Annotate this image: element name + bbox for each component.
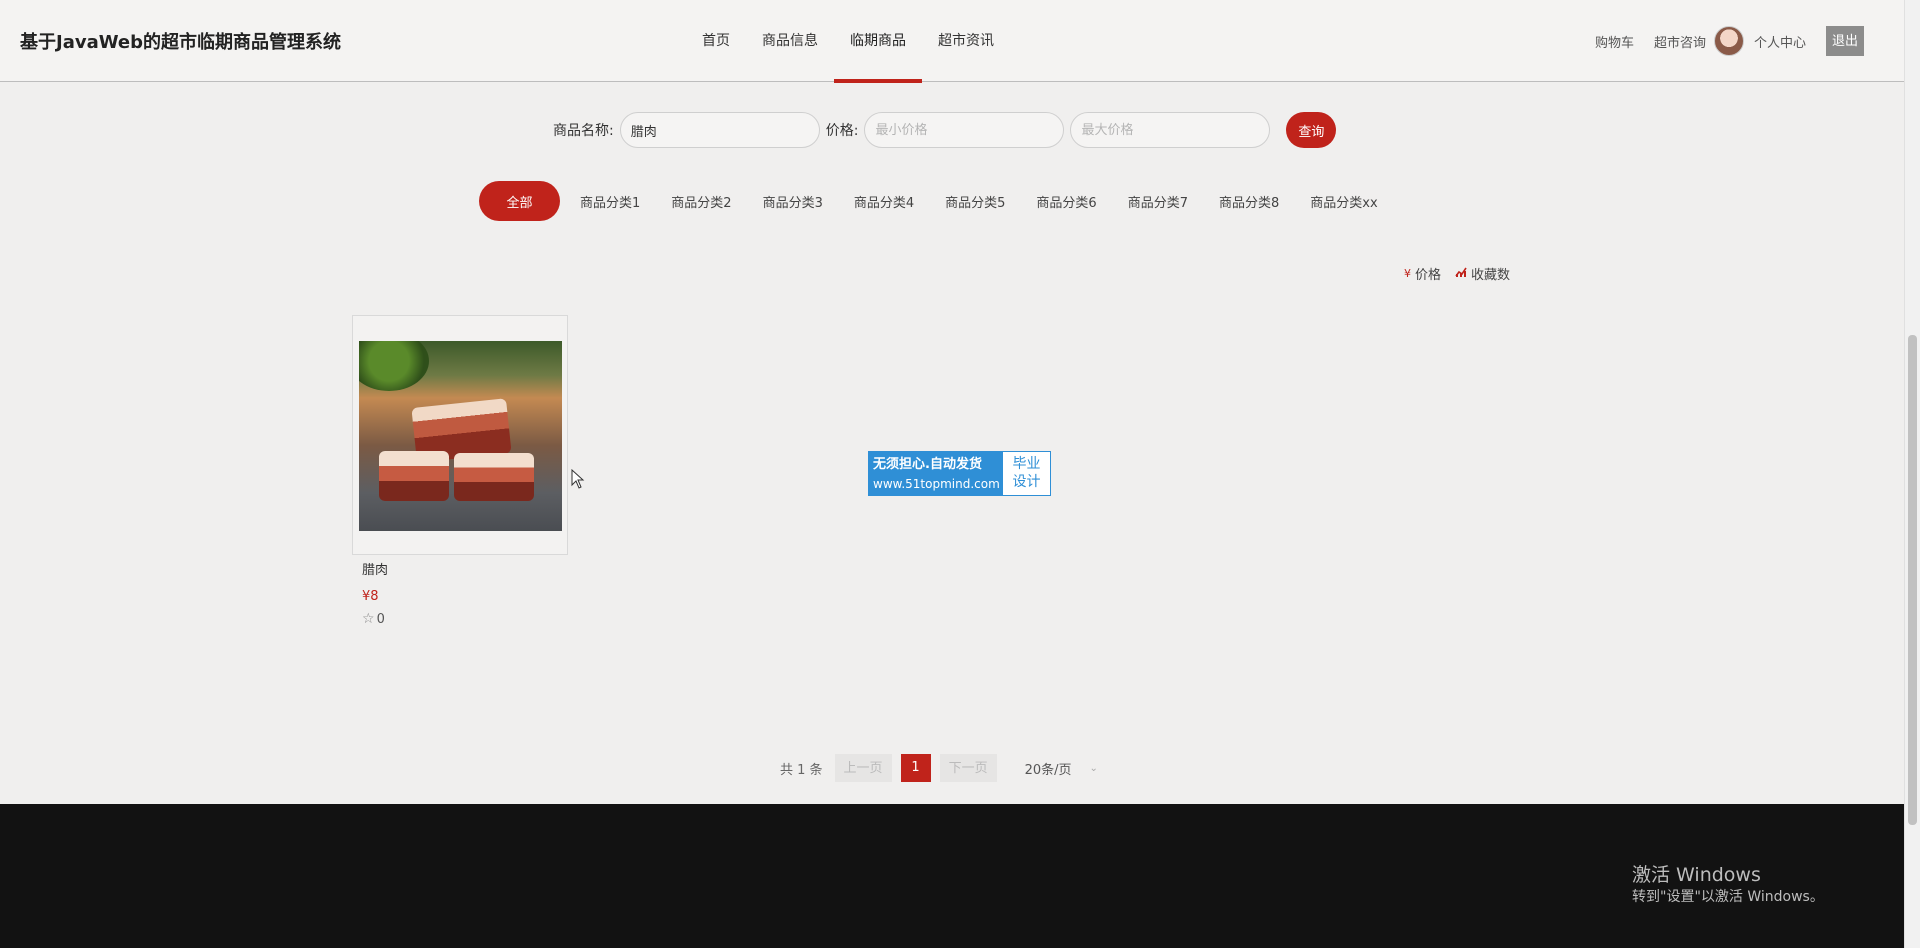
product-price: ¥8 <box>362 589 379 604</box>
consult-link[interactable]: 超市咨询 <box>1654 32 1706 51</box>
category-item[interactable]: 商品分类5 <box>945 192 1005 211</box>
max-price-input[interactable] <box>1070 112 1271 148</box>
page-size-select[interactable]: 20条/页 ⌄ <box>1025 759 1098 778</box>
pagination: 共 1 条 上一页 1 下一页 20条/页 ⌄ <box>780 754 1098 782</box>
page-size-value: 20条/页 <box>1024 762 1072 778</box>
nav-expiring-products[interactable]: 临期商品 <box>834 0 922 83</box>
scrollbar-thumb[interactable] <box>1908 335 1917 825</box>
top-header: 基于JavaWeb的超市临期商品管理系统 首页 商品信息 临期商品 超市资讯 购… <box>0 0 1904 83</box>
price-label: 价格: <box>825 123 859 139</box>
image-meat-piece <box>379 451 449 501</box>
nav-home[interactable]: 首页 <box>686 0 746 82</box>
yen-icon: ¥ <box>1404 267 1411 280</box>
image-garnish <box>359 341 429 391</box>
search-bar: 商品名称: 价格: 查询 <box>553 112 1337 148</box>
star-icon: ☆ <box>362 611 375 627</box>
chevron-down-icon: ⌄ <box>1089 762 1098 774</box>
mouse-cursor-icon <box>571 468 585 494</box>
windows-activation-subtitle: 转到"设置"以激活 Windows。 <box>1632 889 1824 905</box>
sort-by-price[interactable]: ¥ 价格 <box>1404 264 1441 283</box>
min-price-input[interactable] <box>864 112 1065 148</box>
vertical-scrollbar[interactable] <box>1904 0 1920 948</box>
prev-page-button[interactable]: 上一页 <box>834 754 892 782</box>
header-user-area: 购物车 超市咨询 个人中心 退出 <box>1575 24 1864 58</box>
category-item[interactable]: 商品分类4 <box>854 192 914 211</box>
avatar[interactable] <box>1713 26 1744 56</box>
cart-link[interactable]: 购物车 <box>1595 32 1634 51</box>
category-item[interactable]: 商品分类6 <box>1036 192 1096 211</box>
query-button[interactable]: 查询 <box>1286 112 1337 148</box>
nav-products[interactable]: 商品信息 <box>746 0 834 82</box>
profile-link[interactable]: 个人中心 <box>1754 32 1806 51</box>
category-item[interactable]: 商品分类2 <box>671 192 731 211</box>
chart-icon <box>1455 267 1467 280</box>
next-page-button[interactable]: 下一页 <box>939 754 997 782</box>
product-favorites: ☆ 0 <box>362 611 385 627</box>
site-title: 基于JavaWeb的超市临期商品管理系统 <box>20 32 342 53</box>
badge-right-line2: 设计 <box>1012 474 1041 490</box>
category-item[interactable]: 商品分类xx <box>1310 192 1377 211</box>
category-all-button[interactable]: 全部 <box>479 181 560 221</box>
badge-line1: 无须担心.自动发货 <box>873 457 982 472</box>
category-filter: 全部 商品分类1 商品分类2 商品分类3 商品分类4 商品分类5 商品分类6 商… <box>479 181 1409 221</box>
logout-button[interactable]: 退出 <box>1826 26 1864 56</box>
windows-activation-title: 激活 Windows <box>1632 864 1761 886</box>
sort-by-favorites[interactable]: 收藏数 <box>1455 264 1510 283</box>
category-item[interactable]: 商品分类8 <box>1219 192 1279 211</box>
sort-options: ¥ 价格 收藏数 <box>1404 264 1524 283</box>
category-item[interactable]: 商品分类3 <box>763 192 823 211</box>
page: 基于JavaWeb的超市临期商品管理系统 首页 商品信息 临期商品 超市资讯 购… <box>0 0 1920 948</box>
product-name[interactable]: 腊肉 <box>362 559 388 578</box>
watermark-badge: 无须担心.自动发货 www.51topmind.com 毕业 设计 <box>868 451 1051 496</box>
sort-favorites-label: 收藏数 <box>1471 268 1511 283</box>
product-name-label: 商品名称: <box>553 123 614 139</box>
badge-label: 毕业 设计 <box>1003 452 1050 495</box>
page-number-current[interactable]: 1 <box>900 754 931 782</box>
footer <box>0 804 1904 948</box>
category-item[interactable]: 商品分类1 <box>580 192 640 211</box>
category-item[interactable]: 商品分类7 <box>1128 192 1188 211</box>
badge-line2: www.51topmind.com <box>873 477 1000 491</box>
pagination-total: 共 1 条 <box>780 762 823 778</box>
product-name-input[interactable] <box>619 112 820 148</box>
badge-text: 无须担心.自动发货 www.51topmind.com <box>869 452 1003 495</box>
product-card[interactable] <box>352 315 568 555</box>
favorites-count: 0 <box>376 611 385 627</box>
main-nav: 首页 商品信息 临期商品 超市资讯 <box>686 0 1010 83</box>
badge-right-line1: 毕业 <box>1012 456 1041 472</box>
image-meat-piece <box>454 453 534 501</box>
nav-news[interactable]: 超市资讯 <box>922 0 1010 82</box>
product-image[interactable] <box>359 341 562 531</box>
sort-price-label: 价格 <box>1415 268 1442 283</box>
